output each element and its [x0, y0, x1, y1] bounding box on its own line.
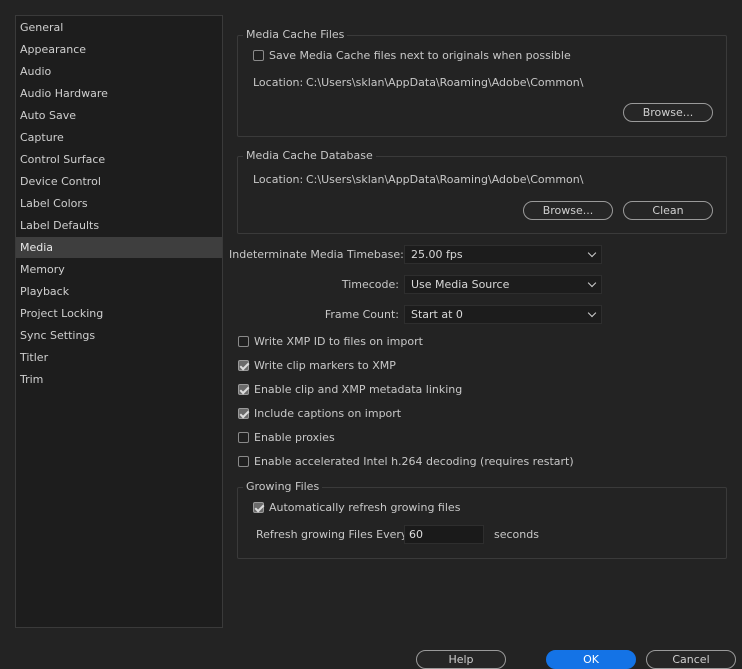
write-xmp-id-checkbox[interactable] — [238, 336, 249, 347]
chevron-down-icon — [587, 278, 597, 288]
preferences-sidebar: General Appearance Audio Audio Hardware … — [15, 15, 223, 628]
frame-count-value: Start at 0 — [411, 308, 463, 321]
enable-metadata-linking-label: Enable clip and XMP metadata linking — [254, 383, 463, 396]
auto-refresh-checkbox[interactable] — [253, 502, 264, 513]
cache-db-location-label: Location: — [253, 173, 304, 186]
enable-metadata-linking-checkbox[interactable] — [238, 384, 249, 395]
timebase-value: 25.00 fps — [411, 248, 463, 261]
sidebar-item-playback[interactable]: Playback — [16, 281, 222, 302]
cache-files-location-label: Location: — [253, 76, 304, 89]
media-cache-database-title: Media Cache Database — [243, 149, 376, 163]
timecode-dropdown[interactable]: Use Media Source — [404, 275, 602, 294]
timebase-dropdown[interactable]: 25.00 fps — [404, 245, 602, 264]
sidebar-item-device-control[interactable]: Device Control — [16, 171, 222, 192]
timebase-label: Indeterminate Media Timebase: — [229, 248, 404, 261]
timecode-value: Use Media Source — [411, 278, 510, 291]
cache-files-location-path: C:\Users\sklan\AppData\Roaming\Adobe\Com… — [306, 76, 584, 89]
seconds-label: seconds — [494, 528, 539, 541]
sidebar-item-auto-save[interactable]: Auto Save — [16, 105, 222, 126]
sidebar-item-memory[interactable]: Memory — [16, 259, 222, 280]
chevron-down-icon — [587, 248, 597, 258]
enable-proxies-checkbox[interactable] — [238, 432, 249, 443]
sidebar-item-capture[interactable]: Capture — [16, 127, 222, 148]
sidebar-item-media[interactable]: Media — [16, 237, 222, 258]
auto-refresh-label: Automatically refresh growing files — [269, 501, 461, 514]
frame-count-label: Frame Count: — [324, 308, 399, 321]
sidebar-item-trim[interactable]: Trim — [16, 369, 222, 390]
sidebar-item-appearance[interactable]: Appearance — [16, 39, 222, 60]
include-captions-checkbox[interactable] — [238, 408, 249, 419]
write-clip-markers-label: Write clip markers to XMP — [254, 359, 396, 372]
sidebar-item-label-colors[interactable]: Label Colors — [16, 193, 222, 214]
media-cache-database-group — [237, 156, 727, 234]
timecode-label: Timecode: — [341, 278, 399, 291]
cancel-button[interactable]: Cancel — [646, 650, 736, 669]
sidebar-item-audio-hardware[interactable]: Audio Hardware — [16, 83, 222, 104]
include-captions-label: Include captions on import — [254, 407, 402, 420]
save-cache-next-label: Save Media Cache files next to originals… — [269, 49, 571, 62]
growing-files-title: Growing Files — [243, 480, 323, 494]
enable-proxies-label: Enable proxies — [254, 431, 335, 444]
sidebar-item-project-locking[interactable]: Project Locking — [16, 303, 222, 324]
sidebar-item-general[interactable]: General — [16, 17, 222, 38]
sidebar-item-control-surface[interactable]: Control Surface — [16, 149, 222, 170]
cache-files-browse-button[interactable]: Browse... — [623, 103, 713, 122]
accelerated-decoding-checkbox[interactable] — [238, 456, 249, 467]
media-cache-files-title: Media Cache Files — [243, 28, 348, 42]
refresh-every-label: Refresh growing Files Every — [256, 528, 408, 541]
ok-button[interactable]: OK — [546, 650, 636, 669]
write-xmp-id-label: Write XMP ID to files on import — [254, 335, 423, 348]
write-clip-markers-checkbox[interactable] — [238, 360, 249, 371]
sidebar-item-audio[interactable]: Audio — [16, 61, 222, 82]
sidebar-item-sync-settings[interactable]: Sync Settings — [16, 325, 222, 346]
cache-db-location-path: C:\Users\sklan\AppData\Roaming\Adobe\Com… — [306, 173, 584, 186]
sidebar-item-titler[interactable]: Titler — [16, 347, 222, 368]
cache-db-clean-button[interactable]: Clean — [623, 201, 713, 220]
sidebar-item-label-defaults[interactable]: Label Defaults — [16, 215, 222, 236]
chevron-down-icon — [587, 308, 597, 318]
cache-db-browse-button[interactable]: Browse... — [523, 201, 613, 220]
save-cache-next-checkbox[interactable] — [253, 50, 264, 61]
help-button[interactable]: Help — [416, 650, 506, 669]
growing-files-group — [237, 487, 727, 559]
refresh-interval-input[interactable] — [404, 525, 484, 544]
accelerated-decoding-label: Enable accelerated Intel h.264 decoding … — [254, 455, 574, 468]
frame-count-dropdown[interactable]: Start at 0 — [404, 305, 602, 324]
